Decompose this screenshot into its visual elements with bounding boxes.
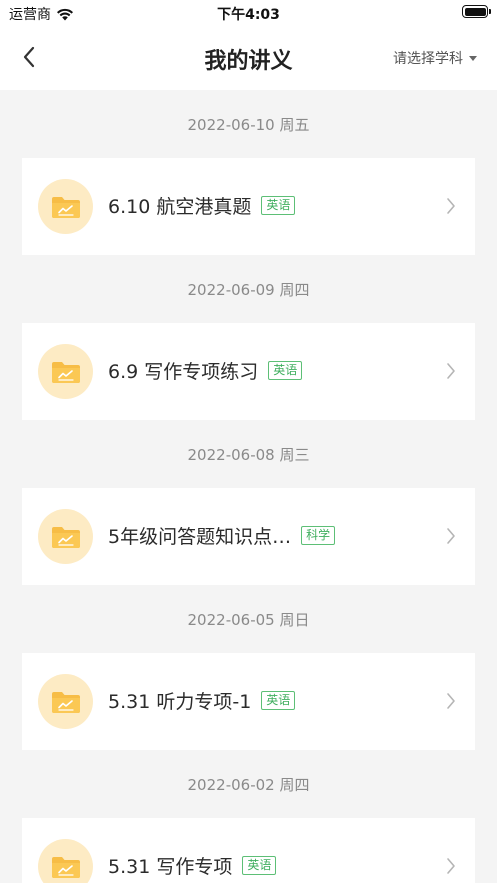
date-label: 2022-06-02 周四 <box>187 776 310 794</box>
handout-card[interactable]: 5.31 写作专项 英语 <box>22 818 475 883</box>
card-title: 5.31 写作专项 <box>108 856 233 878</box>
folder-icon <box>38 179 93 234</box>
handout-card[interactable]: 5年级问答题知识点… 科学 <box>22 488 475 585</box>
date-label: 2022-06-09 周四 <box>187 281 310 299</box>
card-title: 5年级问答题知识点… <box>108 526 292 548</box>
card-title-wrap: 5.31 写作专项 英语 <box>108 852 277 879</box>
handout-card[interactable]: 5.31 听力专项-1 英语 <box>22 653 475 750</box>
handout-card[interactable]: 6.9 写作专项练习 英语 <box>22 323 475 420</box>
card-title: 6.10 航空港真题 <box>108 196 252 218</box>
card-title-wrap: 6.10 航空港真题 英语 <box>108 192 296 219</box>
date-label: 2022-06-05 周日 <box>187 611 310 629</box>
status-time: 下午4:03 <box>217 7 280 23</box>
chevron-right-icon <box>447 693 455 709</box>
back-button[interactable] <box>14 42 44 72</box>
folder-icon <box>38 509 93 564</box>
caret-down-icon <box>469 55 477 61</box>
handout-group: 2022-06-02 周四 5.31 写作专项 英语 <box>0 750 497 883</box>
subject-tag: 科学 <box>301 526 336 545</box>
nav-bar: 我的讲义 请选择学科 <box>0 24 497 90</box>
chevron-right-icon <box>447 528 455 544</box>
handout-group: 2022-06-09 周四 6.9 写作专项练习 英语 <box>0 255 497 420</box>
subject-tag: 英语 <box>261 196 296 215</box>
date-label: 2022-06-10 周五 <box>187 116 310 134</box>
card-title-wrap: 5年级问答题知识点… 科学 <box>108 522 336 549</box>
chevron-right-icon <box>447 363 455 379</box>
handout-group: 2022-06-10 周五 6.10 航空港真题 英语 <box>0 90 497 255</box>
folder-icon <box>38 344 93 399</box>
card-title: 5.31 听力专项-1 <box>108 691 252 713</box>
handout-group: 2022-06-05 周日 5.31 听力专项-1 英语 <box>0 585 497 750</box>
chevron-right-icon <box>447 858 455 874</box>
status-bar: 运营商 下午4:03 <box>0 0 497 24</box>
card-title-wrap: 5.31 听力专项-1 英语 <box>108 687 296 714</box>
handout-group: 2022-06-08 周三 5年级问答题知识点… 科学 <box>0 420 497 585</box>
card-title-wrap: 6.9 写作专项练习 英语 <box>108 357 303 384</box>
subject-select[interactable]: 请选择学科 <box>393 48 477 68</box>
subject-tag: 英语 <box>268 361 303 380</box>
subject-select-label: 请选择学科 <box>393 51 463 67</box>
folder-icon <box>38 839 93 883</box>
subject-tag: 英语 <box>242 856 277 875</box>
handout-list: 2022-06-10 周五 6.10 航空港真题 英语 2022-06-09 周… <box>0 90 497 883</box>
handout-card[interactable]: 6.10 航空港真题 英语 <box>22 158 475 255</box>
chevron-right-icon <box>447 198 455 214</box>
folder-icon <box>38 674 93 729</box>
card-title: 6.9 写作专项练习 <box>108 361 259 383</box>
battery-icon <box>462 5 491 18</box>
chevron-left-icon <box>23 46 35 68</box>
subject-tag: 英语 <box>261 691 296 710</box>
date-label: 2022-06-08 周三 <box>187 446 310 464</box>
